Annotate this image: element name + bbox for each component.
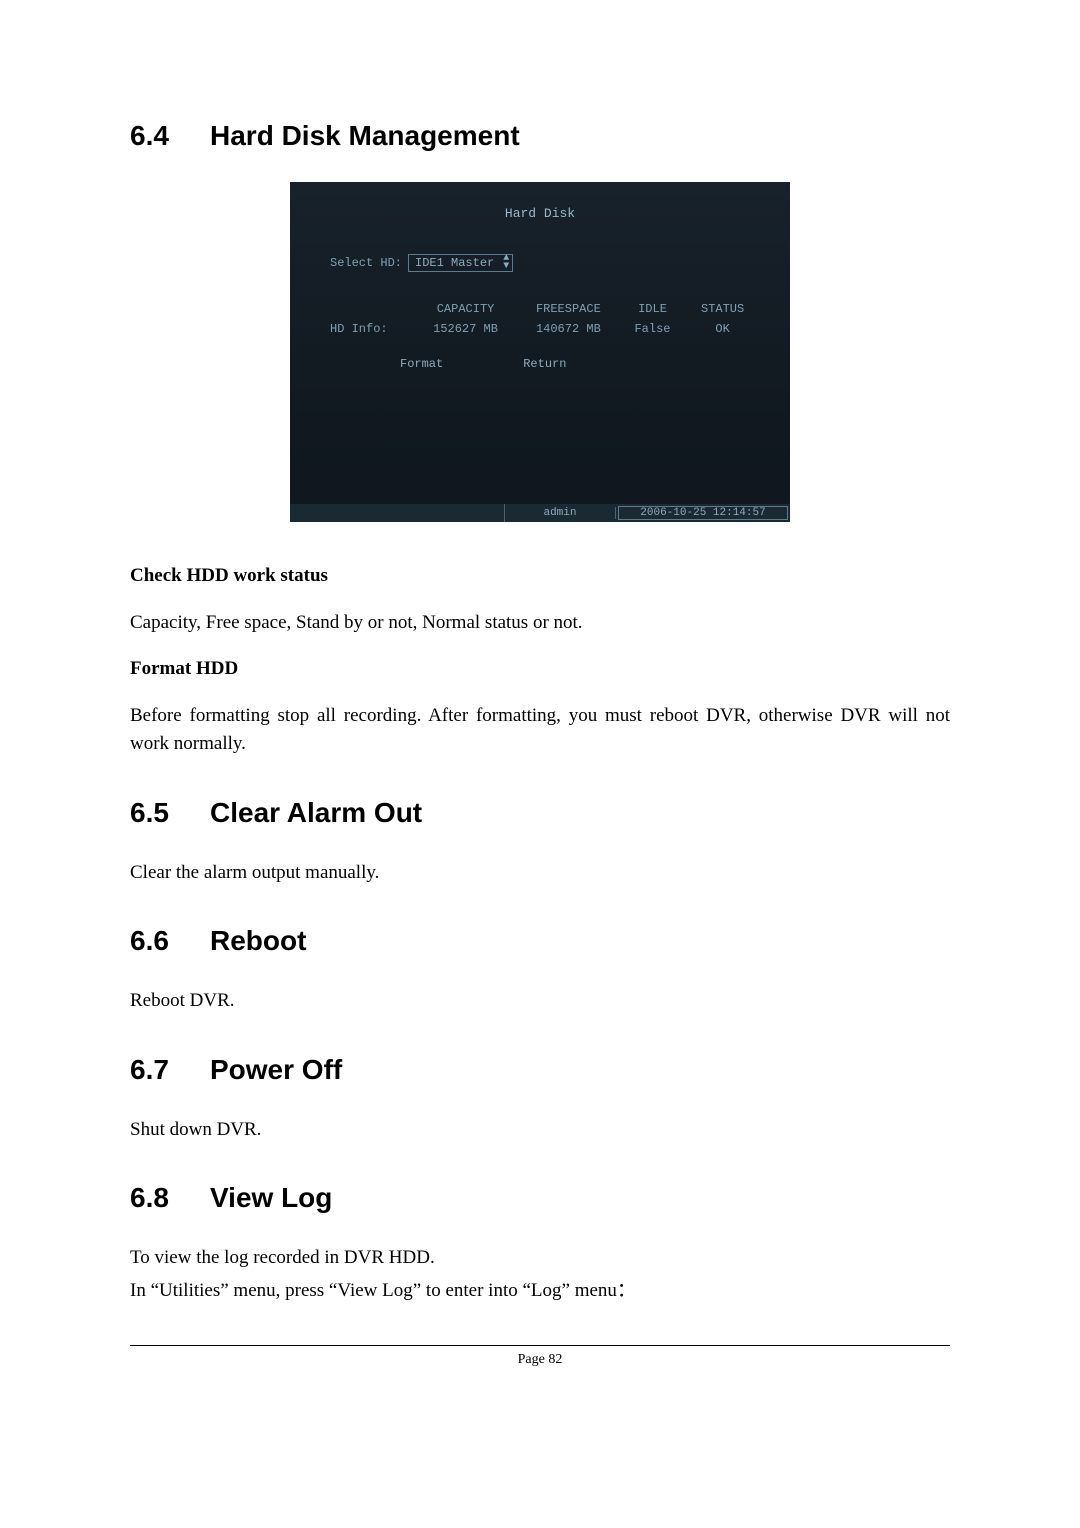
- cell-status: OK: [685, 322, 760, 336]
- select-hd-value: IDE1 Master: [415, 256, 494, 270]
- spinner-arrows-icon: ▲▼: [503, 255, 509, 271]
- screenshot-hard-disk: Hard Disk Select HD: IDE1 Master ▲▼ CAPA…: [130, 182, 950, 522]
- heading-number: 6.8: [130, 1182, 210, 1214]
- section-reboot: 6.6Reboot Reboot DVR.: [130, 925, 950, 1016]
- col-blank: [330, 302, 414, 316]
- section-power-off: 6.7Power Off Shut down DVR.: [130, 1054, 950, 1145]
- paragraph-power-off: Shut down DVR.: [130, 1116, 950, 1145]
- heading-number: 6.4: [130, 120, 210, 152]
- heading-6-7: 6.7Power Off: [130, 1054, 950, 1086]
- heading-number: 6.5: [130, 797, 210, 829]
- cell-freespace: 140672 MB: [517, 322, 620, 336]
- footer-rule: [130, 1345, 950, 1346]
- cell-idle: False: [620, 322, 685, 336]
- paragraph-view-log-1: To view the log recorded in DVR HDD.: [130, 1244, 950, 1273]
- dvr-screen: Hard Disk Select HD: IDE1 Master ▲▼ CAPA…: [290, 182, 790, 522]
- col-freespace: FREESPACE: [517, 302, 620, 316]
- heading-title: Reboot: [210, 925, 306, 956]
- heading-6-5: 6.5Clear Alarm Out: [130, 797, 950, 829]
- section-hard-disk-management: 6.4Hard Disk Management Hard Disk Select…: [130, 120, 950, 759]
- col-idle: IDLE: [620, 302, 685, 316]
- hd-info-table: CAPACITY FREESPACE IDLE STATUS HD Info: …: [330, 302, 760, 342]
- heading-6-6: 6.6Reboot: [130, 925, 950, 957]
- select-hd-row: Select HD: IDE1 Master ▲▼: [330, 254, 513, 272]
- paragraph-view-log-2: In “Utilities” menu, press “View Log” to…: [130, 1277, 950, 1306]
- col-capacity: CAPACITY: [414, 302, 517, 316]
- heading-title: Hard Disk Management: [210, 120, 520, 151]
- status-bar-spacer: [290, 504, 505, 522]
- return-button[interactable]: Return: [523, 357, 566, 371]
- paragraph-clear-alarm: Clear the alarm output manually.: [130, 859, 950, 888]
- table-row: HD Info: 152627 MB 140672 MB False OK: [330, 322, 760, 336]
- table-header-row: CAPACITY FREESPACE IDLE STATUS: [330, 302, 760, 316]
- heading-title: Power Off: [210, 1054, 342, 1085]
- subheading-check-hdd: Check HDD work status: [130, 562, 950, 591]
- heading-number: 6.7: [130, 1054, 210, 1086]
- paragraph-reboot: Reboot DVR.: [130, 987, 950, 1016]
- heading-title: View Log: [210, 1182, 332, 1213]
- heading-6-4: 6.4Hard Disk Management: [130, 120, 950, 152]
- cell-capacity: 152627 MB: [414, 322, 517, 336]
- heading-number: 6.6: [130, 925, 210, 957]
- dvr-status-bar: admin 2006-10-25 12:14:57: [290, 504, 790, 522]
- paragraph-format-hdd: Before formatting stop all recording. Af…: [130, 702, 950, 759]
- col-status: STATUS: [685, 302, 760, 316]
- status-bar-user: admin: [505, 507, 616, 519]
- select-hd-dropdown[interactable]: IDE1 Master ▲▼: [408, 254, 513, 272]
- heading-6-8: 6.8View Log: [130, 1182, 950, 1214]
- format-button[interactable]: Format: [400, 357, 443, 371]
- select-hd-label: Select HD:: [330, 256, 402, 270]
- paragraph-check-hdd: Capacity, Free space, Stand by or not, N…: [130, 609, 950, 638]
- subheading-format-hdd: Format HDD: [130, 655, 950, 684]
- heading-title: Clear Alarm Out: [210, 797, 422, 828]
- page-footer: Page 82: [130, 1352, 950, 1368]
- section-clear-alarm-out: 6.5Clear Alarm Out Clear the alarm outpu…: [130, 797, 950, 888]
- dvr-button-row: Format Return: [400, 357, 566, 371]
- section-view-log: 6.8View Log To view the log recorded in …: [130, 1182, 950, 1305]
- dvr-window-title: Hard Disk: [290, 182, 790, 221]
- document-page: 6.4Hard Disk Management Hard Disk Select…: [0, 0, 1080, 1428]
- cell-rowlabel: HD Info:: [330, 322, 414, 336]
- status-bar-timestamp: 2006-10-25 12:14:57: [618, 506, 788, 520]
